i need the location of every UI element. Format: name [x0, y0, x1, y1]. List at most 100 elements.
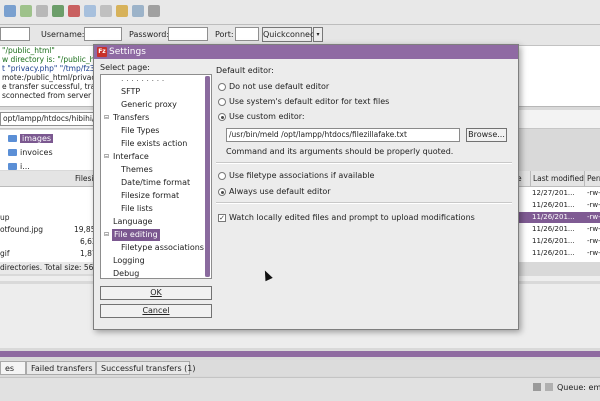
remote-list-header: e Last modified Perm	[515, 171, 600, 187]
cancel-icon[interactable]	[68, 5, 80, 17]
log-line: w directory is: "/public_h	[2, 55, 95, 64]
filezilla-app-icon: Fz	[97, 47, 107, 57]
refresh-icon[interactable]	[20, 5, 32, 17]
compare-icon[interactable]	[132, 5, 144, 17]
main-toolbar	[0, 0, 600, 25]
page-item-filesize-format[interactable]: Filesize format	[121, 190, 179, 202]
browse-button[interactable]: Browse...	[466, 128, 507, 142]
radio-always-default-label[interactable]: Always use default editor	[229, 187, 331, 196]
username-label: Username:	[41, 30, 85, 39]
collapse-icon[interactable]: ⊟	[104, 112, 111, 124]
folder-icon	[8, 149, 17, 156]
page-item-filetype-associations[interactable]: Filetype associations	[121, 242, 204, 254]
table-row[interactable]: 11/26/201... -rw-	[515, 200, 600, 211]
collapse-icon[interactable]: ⊟	[104, 151, 111, 163]
process-queue-icon[interactable]	[52, 5, 64, 17]
table-row[interactable]: 11/26/201... -rw-	[515, 212, 600, 223]
page-item-logging[interactable]: Logging	[113, 255, 145, 267]
radio-filetype-associations-label[interactable]: Use filetype associations if available	[229, 171, 374, 180]
tree-item-more[interactable]: i...	[8, 162, 30, 170]
reconnect-icon[interactable]	[100, 5, 112, 17]
tab-failed-transfers[interactable]: Failed transfers	[26, 361, 96, 375]
log-line: sconnected from server	[2, 91, 92, 100]
page-item-transfers[interactable]: Transfers	[113, 112, 149, 124]
status-bar: Queue: emp	[0, 377, 600, 401]
queue-tab-bar: es Failed transfers Successful transfers…	[0, 360, 600, 376]
page-item-generic-proxy[interactable]: Generic proxy	[121, 99, 177, 111]
radio-system-default-label[interactable]: Use system's default editor for text fil…	[229, 97, 389, 106]
username-field[interactable]	[84, 27, 122, 41]
quickconnect-button[interactable]: Quickconnect	[262, 27, 318, 42]
page-item-file-exists-action[interactable]: File exists action	[121, 138, 187, 150]
page-item-sftp[interactable]: SFTP	[121, 86, 140, 98]
remote-file-list: 12/27/201... -rw- 11/26/201... -rw- 11/26/…	[515, 187, 600, 262]
radio-always-default-editor[interactable]	[218, 188, 226, 196]
page-item-interface[interactable]: Interface	[113, 151, 149, 163]
page-item-file-lists[interactable]: File lists	[121, 203, 153, 215]
local-file-list: up otfound.jpg19,85 6,63 gif1,87	[0, 187, 95, 262]
radio-no-default-label[interactable]: Do not use default editor	[229, 82, 329, 91]
default-editor-heading: Default editor:	[216, 66, 274, 75]
tab-successful-transfers[interactable]: Successful transfers (1)	[96, 361, 196, 375]
file-editing-page: Default editor: Do not use default edito…	[216, 65, 512, 305]
toggle-log-icon[interactable]	[36, 5, 48, 17]
log-line: "/public_html"	[2, 46, 55, 55]
scrollbar-thumb[interactable]	[205, 76, 210, 277]
local-path-input[interactable]: opt/lampp/htdocs/hibihi/ima	[0, 112, 95, 126]
sync-browse-icon[interactable]	[148, 5, 160, 17]
host-field[interactable]	[0, 27, 30, 41]
radio-filetype-associations[interactable]	[218, 172, 226, 180]
tree-item-invoices[interactable]: invoices	[8, 148, 53, 157]
watch-files-checkbox[interactable]: ✓	[218, 214, 226, 222]
ok-button[interactable]: OK	[100, 286, 212, 300]
last-modified-column-header[interactable]: Last modified	[531, 171, 585, 186]
local-status-text: directories. Total size: 562	[0, 262, 95, 274]
table-row[interactable]: 11/26/201... -rw-	[515, 236, 600, 247]
folder-icon	[8, 135, 17, 142]
log-line: t "privacy.php" "/tmp/fz3te	[2, 64, 103, 73]
custom-editor-input[interactable]: /usr/bin/meld /opt/lampp/htdocs/filezill…	[226, 128, 460, 142]
radio-custom-editor-label[interactable]: Use custom editor:	[229, 112, 305, 121]
list-item[interactable]: gif1,87	[0, 249, 95, 258]
tree-item-images[interactable]: images	[8, 134, 54, 143]
page-item-language[interactable]: Language	[113, 216, 152, 228]
table-row[interactable]: 12/27/201... -rw-	[515, 188, 600, 199]
disconnect-icon[interactable]	[84, 5, 96, 17]
permissions-column-header[interactable]: Perm	[585, 171, 600, 186]
separator	[216, 162, 512, 164]
quickconnect-dropdown[interactable]: ▾	[313, 27, 323, 42]
log-line: mote:/public_html/privacy.	[2, 73, 102, 82]
list-item[interactable]: otfound.jpg 19,85	[0, 225, 95, 234]
site-manager-icon[interactable]	[4, 5, 16, 17]
tab-queued-files[interactable]: es	[0, 361, 26, 375]
page-item-themes[interactable]: Themes	[121, 164, 153, 176]
log-line: e transfer successful, trans	[2, 82, 104, 91]
cancel-button[interactable]: Cancel	[100, 304, 212, 318]
collapse-icon[interactable]: ⊟	[104, 229, 111, 241]
password-field[interactable]	[168, 27, 208, 41]
page-item-file-editing[interactable]: File editing	[112, 229, 160, 241]
watch-files-label[interactable]: Watch locally edited files and prompt to…	[229, 213, 475, 222]
filter-icon[interactable]	[116, 5, 128, 17]
queue-status: Queue: emp	[557, 383, 600, 392]
radio-custom-editor[interactable]	[218, 113, 226, 121]
tree-item-partial: . . . . . . . . .	[121, 74, 165, 83]
folder-icon	[8, 163, 17, 170]
table-row[interactable]: 11/26/201... -rw-	[515, 248, 600, 259]
table-row[interactable]: 11/26/201... -rw-	[515, 224, 600, 235]
page-tree-scrollbar[interactable]	[205, 76, 210, 277]
radio-system-default-editor[interactable]	[218, 98, 226, 106]
page-item-debug[interactable]: Debug	[113, 268, 139, 278]
dialog-titlebar[interactable]: Fz Settings	[94, 45, 518, 59]
settings-page-tree: . . . . . . . . . SFTP Generic proxy ⊟ T…	[100, 74, 212, 279]
lock-icon	[533, 383, 541, 391]
local-list-header: Filesiz	[0, 171, 97, 187]
dialog-title: Settings	[109, 47, 146, 57]
page-item-date-time-format[interactable]: Date/time format	[121, 177, 190, 189]
port-field[interactable]	[235, 27, 259, 41]
list-item[interactable]: up	[0, 213, 95, 222]
quoting-hint: Command and its arguments should be prop…	[226, 147, 454, 156]
radio-no-default-editor[interactable]	[218, 83, 226, 91]
page-item-file-types[interactable]: File Types	[121, 125, 159, 137]
queue-divider	[0, 351, 600, 357]
